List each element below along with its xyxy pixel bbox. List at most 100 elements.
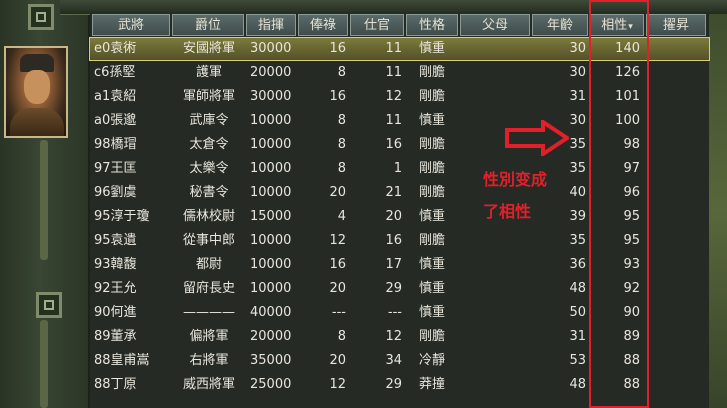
salary-cell: 8 <box>337 137 346 152</box>
service-cell: 17 <box>385 257 402 272</box>
general-name-cell: 93韓馥 <box>94 257 137 272</box>
command-cell: 15000 <box>250 209 292 224</box>
command-cell: 10000 <box>250 113 292 128</box>
command-cell: 20000 <box>250 329 292 344</box>
column-header-age[interactable]: 年齡 <box>532 14 588 36</box>
age-cell: 30 <box>569 41 586 56</box>
personality-cell: 剛膽 <box>418 137 445 152</box>
rank-cell: 安國將軍 <box>182 41 235 56</box>
salary-cell: 8 <box>337 329 346 344</box>
salary-cell: 16 <box>329 257 346 272</box>
vine-ornament <box>40 320 48 408</box>
general-name-cell: 95淳于瓊 <box>94 209 150 224</box>
personality-cell: 剛膽 <box>418 65 445 80</box>
column-header-personality[interactable]: 性格 <box>406 14 458 36</box>
command-cell: 10000 <box>250 281 292 296</box>
general-name-cell: 88丁原 <box>94 377 137 392</box>
service-cell: 29 <box>385 377 402 392</box>
age-cell: 36 <box>569 257 586 272</box>
personality-cell: 慎重 <box>418 41 445 56</box>
salary-cell: 12 <box>329 233 346 248</box>
general-name-cell: 96劉虞 <box>94 185 137 200</box>
rank-cell: 太倉令 <box>189 137 229 152</box>
service-cell: 11 <box>385 113 402 128</box>
command-cell: 10000 <box>250 233 292 248</box>
portrait-face <box>24 70 50 104</box>
rank-cell: 威西將軍 <box>182 377 235 392</box>
rank-cell: 留府長史 <box>182 281 235 296</box>
rank-cell: 右將軍 <box>189 353 229 368</box>
age-cell: 48 <box>569 281 586 296</box>
general-name-cell: 95袁遺 <box>94 233 137 248</box>
general-name-cell: a0張邈 <box>94 113 137 128</box>
annotation-text: 性別变成 了相性 <box>483 164 583 228</box>
column-header-name[interactable]: 武將 <box>92 14 170 36</box>
column-header-parents[interactable]: 父母 <box>460 14 530 36</box>
service-cell: 1 <box>393 161 402 176</box>
age-cell: 48 <box>569 377 586 392</box>
personality-cell: 剛膽 <box>418 233 445 248</box>
general-name-cell: 97王匡 <box>94 161 137 176</box>
rank-cell: 軍師將軍 <box>182 89 235 104</box>
column-header-promote[interactable]: 擢昇 <box>646 14 706 36</box>
command-cell: 40000 <box>250 305 292 320</box>
command-cell: 10000 <box>250 185 292 200</box>
service-cell: 21 <box>385 185 402 200</box>
knot-ornament-icon <box>28 4 54 30</box>
general-name-cell: 88皇甫嵩 <box>94 353 150 368</box>
command-cell: 20000 <box>250 65 292 80</box>
general-portrait <box>4 46 68 138</box>
rank-cell: 從事中郎 <box>182 233 235 248</box>
personality-cell: 慎重 <box>418 281 445 296</box>
command-cell: 10000 <box>250 257 292 272</box>
portrait-robe <box>10 108 64 136</box>
age-cell: 31 <box>569 89 586 104</box>
age-cell: 31 <box>569 329 586 344</box>
age-cell: 50 <box>569 305 586 320</box>
service-cell: 16 <box>385 233 402 248</box>
salary-cell: 16 <box>329 41 346 56</box>
column-header-command[interactable]: 指揮 <box>246 14 296 36</box>
rank-cell: ———— <box>183 305 235 320</box>
command-cell: 30000 <box>250 41 292 56</box>
rank-cell: 都尉 <box>195 257 222 272</box>
column-header-rank[interactable]: 爵位 <box>172 14 244 36</box>
general-name-cell: 98橋瑁 <box>94 137 137 152</box>
command-cell: 35000 <box>250 353 292 368</box>
personality-cell: 剛膽 <box>418 185 445 200</box>
command-cell: 10000 <box>250 137 292 152</box>
affinity-column-highlight-box <box>589 0 649 408</box>
service-cell: 11 <box>385 41 402 56</box>
command-cell: 10000 <box>250 161 292 176</box>
general-name-cell: 89董承 <box>94 329 137 344</box>
service-cell: --- <box>387 305 402 320</box>
salary-cell: 8 <box>337 113 346 128</box>
salary-cell: 16 <box>329 89 346 104</box>
column-header-service[interactable]: 仕官 <box>350 14 404 36</box>
salary-cell: 4 <box>337 209 346 224</box>
rank-cell: 秘書令 <box>189 185 229 200</box>
general-name-cell: 90何進 <box>94 305 137 320</box>
salary-cell: 12 <box>329 377 346 392</box>
rank-cell: 護軍 <box>195 65 222 80</box>
personality-cell: 慎重 <box>418 209 445 224</box>
age-cell: 53 <box>569 353 586 368</box>
personality-cell: 剛膽 <box>418 161 445 176</box>
personality-cell: 慎重 <box>418 257 445 272</box>
right-arrow-icon <box>505 120 569 156</box>
personality-cell: 冷靜 <box>418 353 445 368</box>
left-decorative-frame <box>0 0 88 408</box>
personality-cell: 莽撞 <box>418 377 445 392</box>
rank-cell: 武庫令 <box>189 113 229 128</box>
column-header-salary[interactable]: 俸祿 <box>298 14 348 36</box>
service-cell: 20 <box>385 209 402 224</box>
knot-ornament-icon <box>36 292 62 318</box>
salary-cell: 20 <box>329 185 346 200</box>
rank-cell: 偏將軍 <box>189 329 229 344</box>
age-cell: 30 <box>569 65 586 80</box>
personality-cell: 剛膽 <box>418 89 445 104</box>
annotation-line-2: 了相性 <box>483 202 532 221</box>
personality-cell: 慎重 <box>418 305 445 320</box>
service-cell: 34 <box>385 353 402 368</box>
service-cell: 12 <box>385 89 402 104</box>
